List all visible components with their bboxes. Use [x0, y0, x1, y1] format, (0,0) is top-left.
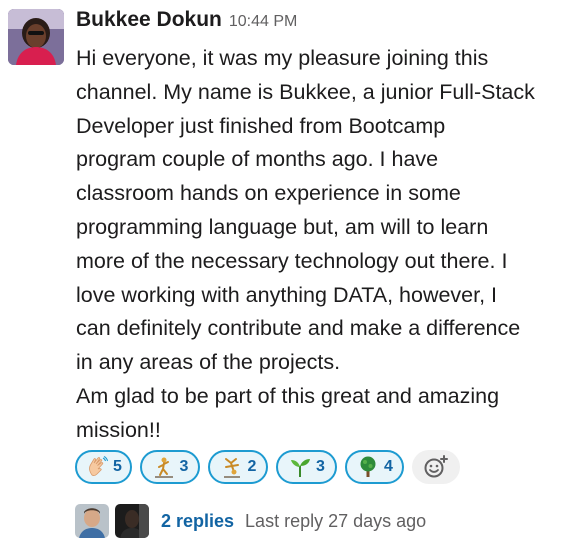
add-reaction-button[interactable]: [412, 450, 460, 484]
message-line: more of the necessary technology out the…: [76, 248, 508, 273]
reaction-bar: 5 3 2 3 4: [75, 450, 460, 484]
author-name[interactable]: Bukkee Dokun: [76, 8, 222, 32]
add-reaction-icon: [424, 455, 448, 478]
message-header: Bukkee Dokun 10:44 PM: [76, 8, 297, 42]
message-line: channel. My name is Bukkee, a junior Ful…: [76, 79, 535, 104]
message-line: in any areas of the projects.: [76, 350, 341, 375]
person-climbing-icon: [154, 457, 173, 478]
message-line: mission!!: [76, 417, 161, 442]
reaction-count: 2: [247, 458, 257, 475]
message-line: can definitely contribute and make a dif…: [76, 316, 521, 341]
reaction-seedling[interactable]: 3: [276, 450, 337, 484]
replies-link[interactable]: 2 replies: [161, 511, 234, 532]
message-line: Developer just finished from Bootcamp: [76, 113, 446, 138]
author-avatar[interactable]: [8, 9, 64, 65]
message: Bukkee Dokun 10:44 PM Hi everyone, it wa…: [0, 0, 575, 557]
message-line: Am glad to be part of this great and ama…: [76, 383, 500, 408]
last-reply-text: Last reply 27 days ago: [245, 510, 427, 531]
message-timestamp[interactable]: 10:44 PM: [229, 13, 297, 31]
reaction-person-cartwheeling[interactable]: 2: [208, 450, 268, 484]
message-body: Hi everyone, it was my pleasure joining …: [76, 42, 566, 448]
reaction-count: 3: [316, 458, 325, 475]
reaction-waving-hand[interactable]: 5: [75, 450, 132, 484]
thread-summary[interactable]: 2 replies Last reply 27 days ago: [75, 503, 426, 539]
reaction-count: 5: [113, 458, 122, 475]
waving-hand-icon: [89, 456, 109, 476]
seedling-icon: [291, 459, 311, 477]
message-line: classroom hands on experience in some: [76, 181, 461, 206]
reaction-tree[interactable]: 4: [345, 450, 404, 484]
reaction-count: 4: [384, 458, 393, 475]
message-line: program couple of months ago. I have: [76, 147, 439, 172]
reply-avatar: [115, 504, 149, 538]
message-line: love working with anything DATA, however…: [76, 282, 498, 307]
message-line: Hi everyone, it was my pleasure joining …: [76, 46, 489, 70]
reaction-person-climbing[interactable]: 3: [140, 450, 200, 484]
reply-avatar: [75, 504, 109, 538]
message-line: programming language but, am will to lea…: [76, 214, 489, 239]
reaction-count: 3: [179, 458, 189, 475]
tree-icon: [360, 456, 376, 477]
person-cartwheeling-icon: [223, 458, 240, 478]
